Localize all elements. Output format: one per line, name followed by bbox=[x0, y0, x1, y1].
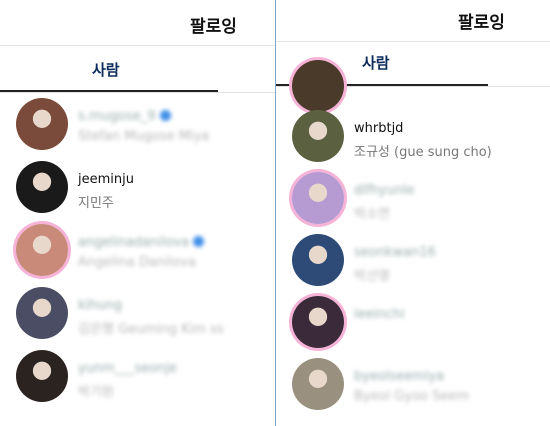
full-name: 김은행 Geuming Kim ss bbox=[78, 322, 224, 337]
partial-list-item[interactable] bbox=[276, 60, 550, 116]
username[interactable]: dlfhyunle bbox=[354, 183, 414, 198]
list-item[interactable]: s.mugose_9 Stefan Mugose Miya bbox=[0, 98, 275, 154]
username-text: yunm___seonje bbox=[78, 361, 177, 376]
username[interactable]: angelinadanilova bbox=[78, 235, 205, 250]
full-name: 지민주 bbox=[78, 196, 114, 211]
username-text: leeinchi bbox=[354, 307, 405, 322]
username[interactable]: s.mugose_9 bbox=[78, 109, 171, 124]
list-item[interactable]: dlfhyunle 박소연 bbox=[276, 172, 550, 228]
username-text: s.mugose_9 bbox=[78, 109, 156, 124]
tab-people[interactable]: 사람 bbox=[92, 59, 120, 80]
username-text: byeolseemiya bbox=[354, 369, 445, 384]
username[interactable]: whrbtjd bbox=[354, 121, 403, 136]
right-panel: 팔로잉 사람 whrbtjd 조규성 (gue sung cho) dlfhyunl… bbox=[276, 0, 550, 426]
username[interactable]: jeeminju bbox=[78, 172, 134, 187]
list-item[interactable]: seonkwan16 박선영 bbox=[276, 234, 550, 290]
full-name: Byeol Gyoo Seem bbox=[354, 389, 470, 404]
avatar[interactable] bbox=[292, 296, 344, 348]
full-name: 박소연 bbox=[354, 207, 390, 222]
avatar[interactable] bbox=[292, 110, 344, 162]
full-name: Stefan Mugose Miya bbox=[78, 129, 210, 144]
avatar[interactable] bbox=[292, 234, 344, 286]
username[interactable]: kihung bbox=[78, 298, 122, 313]
avatar[interactable] bbox=[292, 172, 344, 224]
list-item[interactable]: byeolseemiya Byeol Gyoo Seem bbox=[276, 358, 550, 414]
avatar[interactable] bbox=[16, 161, 68, 213]
full-name: 박기원 bbox=[78, 385, 114, 400]
list-item[interactable]: yunm___seonje 박기원 bbox=[0, 350, 275, 406]
username[interactable]: leeinchi bbox=[354, 307, 404, 322]
list-item[interactable]: leeinchi bbox=[276, 296, 550, 352]
verified-badge-icon bbox=[193, 236, 205, 247]
avatar[interactable] bbox=[16, 287, 68, 339]
tab-divider bbox=[0, 92, 275, 93]
username-text: angelinadanilova bbox=[78, 235, 190, 250]
username[interactable]: yunm___seonje bbox=[78, 361, 177, 376]
avatar[interactable] bbox=[16, 98, 68, 150]
username-text: whrbtjd bbox=[354, 121, 404, 136]
verified-badge-icon bbox=[159, 110, 171, 121]
following-title: 팔로잉 bbox=[190, 17, 237, 37]
avatar[interactable] bbox=[16, 224, 68, 276]
left-panel: 팔로잉 사람 s.mugose_9 Stefan Mugose Miya jeemi… bbox=[0, 0, 277, 426]
avatar[interactable] bbox=[16, 350, 68, 402]
username[interactable]: byeolseemiya bbox=[354, 369, 444, 384]
following-title: 팔로잉 bbox=[458, 13, 505, 33]
avatar[interactable] bbox=[292, 358, 344, 410]
full-name: 조규성 (gue sung cho) bbox=[354, 145, 492, 160]
header-divider bbox=[0, 45, 275, 46]
username-text: jeeminju bbox=[78, 172, 134, 187]
avatar[interactable] bbox=[292, 60, 344, 112]
username-text: seonkwan16 bbox=[354, 245, 436, 260]
list-item[interactable]: whrbtjd 조규성 (gue sung cho) bbox=[276, 110, 550, 166]
username[interactable]: seonkwan16 bbox=[354, 245, 436, 260]
username-text: kihung bbox=[78, 298, 123, 313]
header-divider bbox=[276, 41, 550, 42]
username-text: dlfhyunle bbox=[354, 183, 415, 198]
full-name: 박선영 bbox=[354, 269, 390, 284]
list-item[interactable]: kihung 김은행 Geuming Kim ss bbox=[0, 287, 275, 343]
full-name: Angelina Danilova bbox=[78, 255, 196, 270]
list-item[interactable]: angelinadanilova Angelina Danilova bbox=[0, 224, 275, 280]
list-item[interactable]: jeeminju 지민주 bbox=[0, 161, 275, 217]
